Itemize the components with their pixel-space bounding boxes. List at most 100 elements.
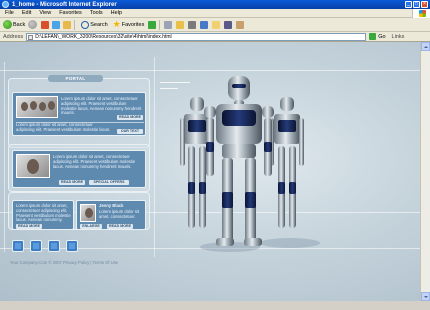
robot-head [280, 97, 294, 111]
decor-line [4, 62, 5, 252]
search-icon [81, 20, 90, 29]
panel-title: PORTAL [48, 75, 103, 82]
address-input[interactable]: D:\LEFAN\_WORK_3200\Resources\32\site\4\… [26, 32, 367, 41]
box1-read-more-button[interactable]: READ MORE [117, 115, 143, 120]
robot-knee [222, 192, 233, 208]
go-label: Go [378, 33, 386, 40]
group-photo [16, 96, 58, 118]
robot-chest [278, 120, 296, 132]
ie-logo-icon [2, 1, 9, 8]
folder-icon[interactable] [212, 20, 221, 29]
person-icon [21, 102, 28, 111]
back-button[interactable]: Back [3, 20, 25, 29]
box1-text-2: Lorem ipsum dolor sit amet, consectetuer… [16, 122, 111, 132]
close-button[interactable]: × [421, 1, 428, 8]
person-icon [85, 208, 93, 218]
robot-hips [222, 144, 256, 158]
box1-text: Lorem ipsum dolor sit amet, consectetuer… [61, 96, 142, 116]
box3-text: Lorem ipsum dolor sit amet, consectetuer… [16, 203, 71, 223]
toolbar-separator [159, 19, 161, 30]
media-icon[interactable] [148, 20, 157, 29]
browser-viewport: PORTAL Lorem ipsum dolor sit amet, conse… [0, 42, 430, 301]
box4-enlarge-button[interactable]: ENLARGE [80, 224, 102, 229]
box3-read-more-button[interactable]: READ MORE [16, 224, 42, 229]
history-icon[interactable] [164, 20, 173, 29]
window-title: 1_home - Microsoft Internet Explorer [12, 1, 117, 8]
menu-file[interactable]: File [5, 10, 14, 16]
feature-box-2: Lorem ipsum dolor sit amet, consectetuer… [12, 150, 146, 188]
links-label[interactable]: Links [392, 34, 405, 40]
shadow [260, 238, 320, 248]
window-controls: _ □ × [405, 1, 428, 8]
back-arrow-icon [3, 20, 12, 29]
person-icon [30, 101, 37, 110]
robot-shoulder [262, 106, 274, 118]
box2-text: Lorem ipsum dolor sit amet, consectetuer… [53, 154, 136, 169]
vertical-scrollbar[interactable] [420, 42, 430, 301]
robot-chest [222, 110, 256, 126]
favorites-star-icon: ★ [112, 19, 121, 29]
forward-arrow-icon [28, 20, 38, 29]
page-footer: Your Company.Com © 2007 Privacy Policy |… [10, 260, 119, 265]
windows-logo-icon [412, 9, 430, 18]
research-icon[interactable] [236, 20, 245, 29]
menu-tools[interactable]: Tools [90, 10, 103, 16]
menu-favorites[interactable]: Favorites [59, 10, 82, 16]
decor-line [0, 70, 420, 71]
scroll-up-button[interactable] [421, 42, 430, 51]
mail-icon[interactable] [176, 20, 185, 29]
person-icon [48, 101, 55, 110]
decor-line [160, 82, 190, 83]
address-bar: Address D:\LEFAN\_WORK_3200\Resources\32… [0, 32, 430, 42]
box2-read-more-button[interactable]: READ MORE [59, 180, 85, 185]
robot-head [228, 76, 250, 100]
robot-elbow [206, 142, 214, 152]
menu-view[interactable]: View [39, 10, 51, 16]
robot-knee [199, 182, 206, 194]
maximize-button[interactable]: □ [413, 1, 420, 8]
box2-special-offers-button[interactable]: SPECIAL OFFERS [89, 180, 129, 185]
robot-elbow [264, 142, 272, 152]
feature-box-1: Lorem ipsum dolor sit amet, consectetuer… [12, 92, 146, 136]
minimize-button[interactable]: _ [405, 1, 412, 8]
woman-photo [16, 154, 50, 178]
stop-icon[interactable] [41, 20, 50, 29]
web-page: PORTAL Lorem ipsum dolor sit amet, conse… [0, 42, 420, 301]
favorites-label: Favorites [121, 21, 145, 28]
forward-button[interactable] [28, 20, 38, 29]
robot-head [190, 97, 204, 111]
edit-icon[interactable] [200, 20, 209, 29]
person-icon [27, 159, 39, 174]
thumbnail-row [12, 240, 78, 252]
menu-help[interactable]: Help [111, 10, 122, 16]
robot-chest [188, 120, 206, 132]
go-button[interactable]: Go [369, 33, 386, 40]
address-label: Address [3, 33, 24, 40]
box4-text: Lorem ipsum dolor sit amet, consectetuer… [99, 209, 140, 219]
home-icon[interactable] [63, 20, 72, 29]
menu-edit[interactable]: Edit [22, 10, 31, 16]
thumbnail-1[interactable] [12, 240, 24, 252]
decor-line [154, 57, 155, 257]
thumbnail-2[interactable] [30, 240, 42, 252]
box4-read-more-button[interactable]: READ MORE [107, 224, 133, 229]
robot-knee [278, 182, 285, 194]
robot-knee [188, 182, 195, 194]
window-titlebar: 1_home - Microsoft Internet Explorer _ □… [0, 0, 430, 9]
back-label: Back [13, 21, 26, 28]
robot-foot [216, 238, 234, 246]
search-button[interactable]: Search [78, 20, 108, 29]
thumbnail-3[interactable] [48, 240, 60, 252]
refresh-icon[interactable] [52, 20, 61, 29]
scroll-down-button[interactable] [421, 292, 430, 301]
thumbnail-4[interactable] [66, 240, 78, 252]
search-label: Search [90, 21, 108, 28]
box1-our-text-button[interactable]: OUR TEXT [117, 129, 143, 134]
feature-box-4: Jenny Black Lorem ipsum dolor sit amet, … [76, 200, 146, 230]
decor-line [160, 88, 178, 89]
messenger-icon[interactable] [224, 20, 233, 29]
person-icon [39, 102, 46, 111]
favorites-button[interactable]: ★ Favorites [111, 19, 145, 30]
feature-box-3: Lorem ipsum dolor sit amet, consectetuer… [12, 200, 74, 230]
print-icon[interactable] [188, 20, 197, 29]
